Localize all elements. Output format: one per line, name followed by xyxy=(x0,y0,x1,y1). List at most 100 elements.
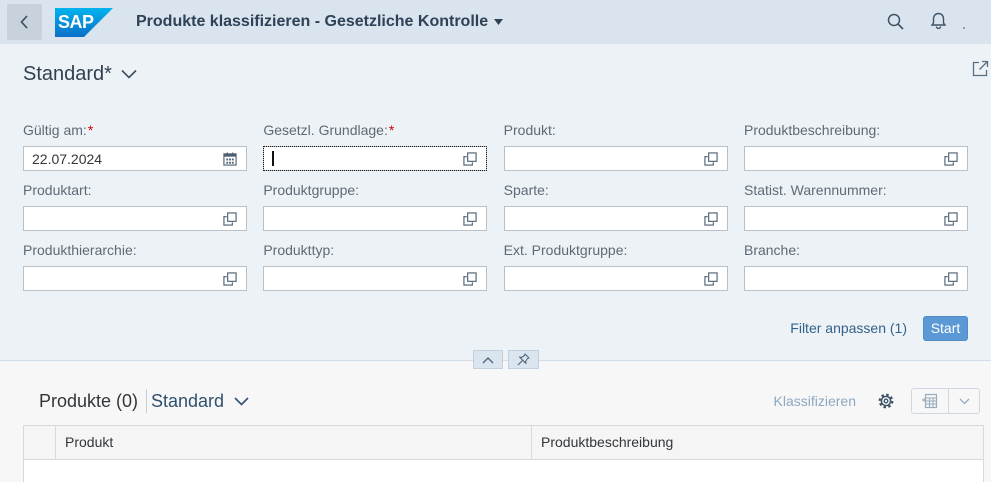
page-variant-name: Standard* xyxy=(23,63,112,85)
filter-product-description: Produktbeschreibung: xyxy=(743,120,968,171)
division-field[interactable] xyxy=(503,206,728,231)
sap-logo[interactable]: SAP xyxy=(55,8,113,37)
filter-product-hierarchy: Produkthierarchie: xyxy=(23,240,247,291)
product-kind-input[interactable] xyxy=(24,207,214,230)
export-button[interactable] xyxy=(912,389,949,413)
filter-product-type: Produkttyp: xyxy=(263,240,488,291)
required-marker: * xyxy=(388,122,395,138)
required-marker: * xyxy=(87,122,94,138)
shell-bar: SAP Produkte klassifizieren - Gesetzlich… xyxy=(0,0,991,44)
value-help-icon[interactable] xyxy=(704,272,718,286)
filter-division: Sparte: xyxy=(503,180,728,231)
logo-text: SAP xyxy=(58,12,94,32)
value-help-icon[interactable] xyxy=(223,272,237,286)
product-kind-field[interactable] xyxy=(23,206,247,231)
classify-button[interactable]: Klassifizieren xyxy=(774,392,856,410)
valid-on-label: Gültig am:* xyxy=(23,120,247,140)
chevron-up-icon xyxy=(482,356,494,363)
product-type-input[interactable] xyxy=(264,267,455,290)
value-help-icon[interactable] xyxy=(704,152,718,166)
chevron-down-icon xyxy=(121,69,137,79)
filter-external-product-group: Ext. Produktgruppe: xyxy=(503,240,728,291)
filter-grid: Gültig am:* Gesetzl. Grundlage:* xyxy=(23,120,968,291)
external-product-group-label: Ext. Produktgruppe: xyxy=(503,242,628,258)
filter-product-group: Produktgruppe: xyxy=(263,180,488,231)
product-kind-label: Produktart: xyxy=(23,182,92,198)
select-all-cell[interactable] xyxy=(24,426,56,459)
legal-basis-input[interactable] xyxy=(264,147,455,170)
value-help-icon[interactable] xyxy=(463,212,477,226)
filter-legal-basis: Gesetzl. Grundlage:* xyxy=(263,120,488,171)
product-hierarchy-field[interactable] xyxy=(23,266,247,291)
product-description-label: Produktbeschreibung: xyxy=(743,122,881,138)
filter-valid-on: Gültig am:* xyxy=(23,120,247,171)
filter-industry: Branche: xyxy=(743,240,968,291)
product-group-input[interactable] xyxy=(264,207,455,230)
value-help-icon[interactable] xyxy=(944,152,958,166)
app-title: Produkte klassifizieren - Gesetzliche Ko… xyxy=(136,13,489,30)
external-product-group-input[interactable] xyxy=(504,267,695,290)
bell-icon[interactable] xyxy=(930,12,947,29)
table-variant-selector[interactable]: Standard xyxy=(151,389,249,413)
valid-on-label-text: Gültig am: xyxy=(23,122,87,138)
table-variant-name: Standard xyxy=(151,391,225,411)
legal-basis-label-text: Gesetzl. Grundlage: xyxy=(263,122,388,138)
valid-on-date-picker[interactable] xyxy=(23,146,247,171)
app-title-menu[interactable]: Produkte klassifizieren - Gesetzliche Ko… xyxy=(136,12,504,32)
value-help-icon[interactable] xyxy=(223,212,237,226)
product-description-input[interactable] xyxy=(744,147,935,170)
value-help-icon[interactable] xyxy=(463,152,477,166)
collapse-header-button[interactable] xyxy=(473,350,503,369)
back-icon xyxy=(20,15,28,29)
text-cursor xyxy=(272,151,275,166)
product-type-field[interactable] xyxy=(263,266,488,291)
triangle-down-icon xyxy=(494,19,504,25)
product-group-label: Produktgruppe: xyxy=(263,182,360,198)
valid-on-input[interactable] xyxy=(24,147,214,170)
legal-basis-label: Gesetzl. Grundlage:* xyxy=(263,120,487,140)
division-label: Sparte: xyxy=(503,182,549,198)
chevron-down-icon xyxy=(234,396,249,406)
product-hierarchy-input[interactable] xyxy=(24,267,214,290)
commodity-code-input[interactable] xyxy=(744,207,935,230)
product-group-field[interactable] xyxy=(263,206,488,231)
pin-header-button[interactable] xyxy=(508,350,539,369)
industry-input[interactable] xyxy=(744,267,935,290)
legal-basis-field[interactable] xyxy=(263,146,488,171)
product-input[interactable] xyxy=(504,147,695,170)
external-product-group-field[interactable] xyxy=(503,266,728,291)
division-input[interactable] xyxy=(504,207,695,230)
filter-product: Produkt: xyxy=(503,120,728,171)
gear-icon[interactable] xyxy=(878,393,894,409)
industry-field[interactable] xyxy=(743,266,968,291)
adapt-filters-button[interactable]: Filter anpassen (1) xyxy=(790,319,907,337)
pin-icon xyxy=(517,353,530,366)
shell-overflow-dot xyxy=(963,27,965,29)
value-help-icon[interactable] xyxy=(704,212,718,226)
search-icon[interactable] xyxy=(887,13,904,30)
commodity-code-field[interactable] xyxy=(743,206,968,231)
chevron-down-icon xyxy=(959,398,969,404)
app-root: SAP Produkte klassifizieren - Gesetzlich… xyxy=(0,0,991,482)
table-body xyxy=(24,460,983,482)
share-icon[interactable] xyxy=(972,60,989,77)
product-field[interactable] xyxy=(503,146,728,171)
value-help-icon[interactable] xyxy=(944,272,958,286)
export-menu-button[interactable] xyxy=(949,389,979,413)
table-title: Produkte (0) xyxy=(39,391,139,411)
spreadsheet-icon xyxy=(922,393,938,409)
column-header-product[interactable]: Produkt xyxy=(56,426,532,459)
filter-commodity-code: Statist. Warennummer: xyxy=(743,180,968,231)
page-variant-selector[interactable]: Standard* xyxy=(23,62,137,86)
value-help-icon[interactable] xyxy=(944,212,958,226)
go-button[interactable]: Start xyxy=(923,316,968,341)
product-type-label: Produkttyp: xyxy=(263,242,335,258)
calendar-icon[interactable] xyxy=(223,152,237,166)
toolbar-separator xyxy=(146,389,147,413)
product-description-field[interactable] xyxy=(743,146,968,171)
commodity-code-label: Statist. Warennummer: xyxy=(743,182,887,198)
back-button[interactable] xyxy=(7,4,42,40)
product-label: Produkt: xyxy=(503,122,556,138)
column-header-product-description[interactable]: Produktbeschreibung xyxy=(532,426,983,459)
value-help-icon[interactable] xyxy=(463,272,477,286)
